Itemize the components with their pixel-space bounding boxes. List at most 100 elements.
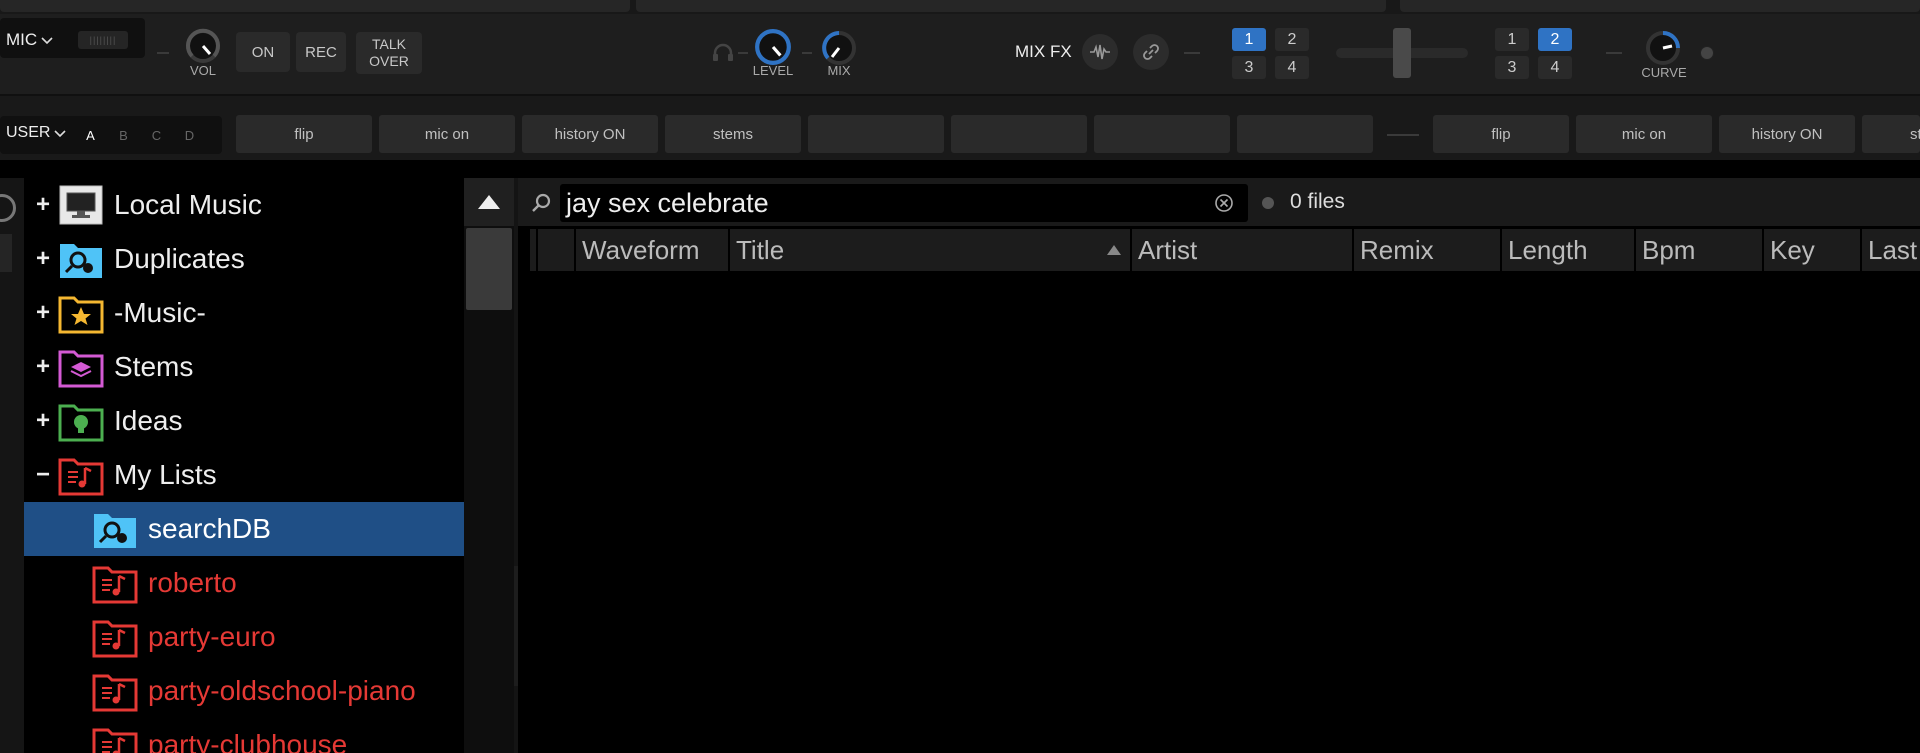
level-knob[interactable] xyxy=(754,28,792,66)
bank-c-button[interactable]: C xyxy=(140,128,173,143)
scroll-thumb[interactable] xyxy=(466,228,512,310)
pad-bank-selector: A B C D xyxy=(74,116,206,154)
pad-right-1[interactable]: flip xyxy=(1433,115,1569,153)
column-header-remix[interactable]: Remix xyxy=(1352,229,1500,271)
tree-item-my-lists[interactable]: − My Lists xyxy=(24,448,217,502)
expand-toggle[interactable]: + xyxy=(28,299,58,327)
tree-item-music[interactable]: + -Music- xyxy=(24,286,206,340)
tree-item-local-music[interactable]: + Local Music xyxy=(24,178,262,232)
talk-over-button[interactable]: TALK OVER xyxy=(356,32,422,74)
column-header-length[interactable]: Length xyxy=(1500,229,1634,271)
user-dropdown[interactable]: USER xyxy=(6,124,67,142)
tree-item-label: -Music- xyxy=(114,297,206,328)
mic-rec-button[interactable]: REC xyxy=(296,32,346,72)
pad-right-4[interactable]: st xyxy=(1862,115,1920,153)
tree-item-stems[interactable]: + Stems xyxy=(24,340,193,394)
curve-label: CURVE xyxy=(1641,65,1687,80)
column-header-bpm[interactable]: Bpm xyxy=(1634,229,1762,271)
column-header-last[interactable]: Last xyxy=(1860,229,1920,271)
sort-ascending-icon xyxy=(1107,245,1121,255)
tree-item-party-clubhouse[interactable]: party-clubhouse xyxy=(24,718,347,753)
mic-level-meter: |||||||| xyxy=(78,31,128,49)
right-deck-1-button[interactable]: 1 xyxy=(1495,28,1529,51)
left-deck-1-button[interactable]: 1 xyxy=(1232,28,1266,51)
pad-left-4[interactable]: stems xyxy=(665,115,801,153)
tree-item-label: Ideas xyxy=(114,405,183,436)
pad-right-2[interactable]: mic on xyxy=(1576,115,1712,153)
vol-knob[interactable] xyxy=(185,28,221,64)
tree-item-roberto[interactable]: roberto xyxy=(24,556,237,610)
computer-icon xyxy=(59,185,103,225)
left-deck-3-button[interactable]: 3 xyxy=(1232,56,1266,79)
divider xyxy=(1606,52,1622,54)
scroll-up-button[interactable] xyxy=(464,178,514,226)
column-header-waveform[interactable]: Waveform xyxy=(574,229,728,271)
tree-item-label: searchDB xyxy=(148,513,271,544)
left-deck-2-button[interactable]: 2 xyxy=(1275,28,1309,51)
tree-item-label: party-euro xyxy=(148,621,276,652)
link-icon xyxy=(1143,44,1159,60)
tree-item-ideas[interactable]: + Ideas xyxy=(24,394,183,448)
headphones-icon xyxy=(713,43,733,61)
file-list[interactable] xyxy=(518,273,1920,753)
column-title-label: Title xyxy=(736,234,785,265)
right-deck-2-button[interactable]: 2 xyxy=(1538,28,1572,51)
tree-item-duplicates[interactable]: + Duplicates xyxy=(24,232,245,286)
pad-left-7[interactable] xyxy=(1094,115,1230,153)
curve-led xyxy=(1700,46,1714,60)
expand-toggle[interactable]: + xyxy=(28,191,58,219)
search-query: jay sex celebrate xyxy=(566,188,769,218)
divider xyxy=(1184,52,1200,54)
pad-left-2[interactable]: mic on xyxy=(379,115,515,153)
curve-knob[interactable] xyxy=(1645,30,1681,66)
folder-bulb-icon xyxy=(58,404,104,442)
user-label: USER xyxy=(6,124,51,141)
expand-toggle[interactable]: + xyxy=(28,353,58,381)
tree-item-party-euro[interactable]: party-euro xyxy=(24,610,276,664)
column-header-key[interactable]: Key xyxy=(1762,229,1860,271)
waveform-icon xyxy=(1090,44,1110,60)
pad-left-5[interactable] xyxy=(808,115,944,153)
pad-right-3[interactable]: history ON xyxy=(1719,115,1855,153)
clear-search-icon[interactable] xyxy=(1214,193,1234,213)
left-deck-4-button[interactable]: 4 xyxy=(1275,56,1309,79)
playlist-icon xyxy=(92,728,138,753)
mic-on-button[interactable]: ON xyxy=(236,32,290,72)
crossfader-handle[interactable] xyxy=(1393,28,1411,78)
bank-b-button[interactable]: B xyxy=(107,128,140,143)
tree-item-party-oldschool-piano[interactable]: party-oldschool-piano xyxy=(24,664,416,718)
level-label: LEVEL xyxy=(752,63,794,78)
mix-knob[interactable] xyxy=(821,30,857,66)
bank-d-button[interactable]: D xyxy=(173,128,206,143)
expand-toggle[interactable]: + xyxy=(28,407,58,435)
pad-left-3[interactable]: history ON xyxy=(522,115,658,153)
playlist-icon xyxy=(92,566,138,604)
divider xyxy=(157,52,169,54)
folder-search-icon xyxy=(60,244,102,278)
right-deck-3-button[interactable]: 3 xyxy=(1495,56,1529,79)
tree-item-label: party-clubhouse xyxy=(148,729,348,753)
collapse-toggle[interactable]: − xyxy=(28,461,58,489)
mic-dropdown[interactable]: MIC xyxy=(6,30,54,50)
chevron-down-icon xyxy=(54,130,67,138)
tree-item-label: Stems xyxy=(114,351,194,382)
sidebar-toggle-icon[interactable] xyxy=(0,194,16,222)
column-header-icon[interactable] xyxy=(536,229,574,271)
mix-fx-label: MIX FX xyxy=(1015,42,1072,61)
sidebar-tab[interactable] xyxy=(0,234,12,272)
folder-tree: + Local Music + Duplicates + -Music- + S… xyxy=(24,178,464,753)
fx-waveform-button[interactable] xyxy=(1082,34,1118,70)
playlist-icon xyxy=(92,674,138,712)
right-deck-4-button[interactable]: 4 xyxy=(1538,56,1572,79)
fx-link-button[interactable] xyxy=(1133,34,1169,70)
sidebar-gutter xyxy=(0,178,24,753)
expand-toggle[interactable]: + xyxy=(28,245,58,273)
column-header-artist[interactable]: Artist xyxy=(1130,229,1352,271)
column-header-title[interactable]: Title xyxy=(728,229,1130,271)
pad-left-8[interactable] xyxy=(1237,115,1373,153)
folder-stems-icon xyxy=(58,350,104,388)
pad-left-6[interactable] xyxy=(951,115,1087,153)
bank-a-button[interactable]: A xyxy=(74,128,107,143)
tree-item-searchdb[interactable]: searchDB xyxy=(24,502,464,556)
pad-left-1[interactable]: flip xyxy=(236,115,372,153)
